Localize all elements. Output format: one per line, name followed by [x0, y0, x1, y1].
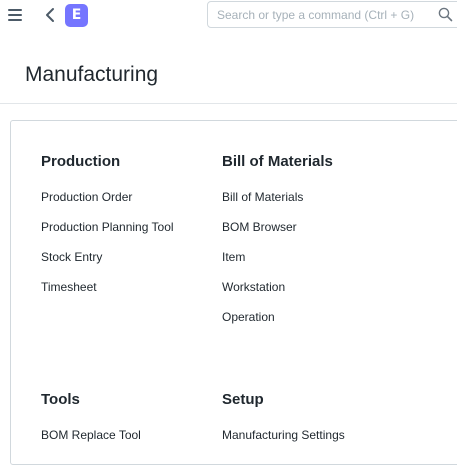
section-title: Production: [41, 153, 121, 170]
link-timesheet[interactable]: Timesheet: [41, 280, 97, 294]
link-operation[interactable]: Operation: [222, 310, 275, 324]
title-divider: [0, 103, 457, 104]
link-bill-of-materials[interactable]: Bill of Materials: [222, 190, 303, 204]
link-production-order[interactable]: Production Order: [41, 190, 132, 204]
link-stock-entry[interactable]: Stock Entry: [41, 250, 102, 264]
hamburger-menu-icon[interactable]: [8, 9, 22, 21]
section-title: Setup: [222, 391, 264, 408]
awesomebar[interactable]: [207, 1, 457, 28]
page-title: Manufacturing: [25, 63, 159, 86]
section-title: Tools: [41, 391, 80, 408]
link-bom-browser[interactable]: BOM Browser: [222, 220, 297, 234]
link-workstation[interactable]: Workstation: [222, 280, 285, 294]
link-production-planning-tool[interactable]: Production Planning Tool: [41, 220, 174, 234]
link-item[interactable]: Item: [222, 250, 245, 264]
chevron-left-icon[interactable]: [44, 7, 56, 23]
search-input[interactable]: [217, 2, 432, 27]
app-logo[interactable]: E: [65, 4, 88, 27]
link-bom-replace-tool[interactable]: BOM Replace Tool: [41, 428, 141, 442]
search-icon[interactable]: [438, 7, 453, 22]
section-title: Bill of Materials: [222, 153, 333, 170]
top-navbar: E: [0, 0, 457, 31]
link-manufacturing-settings[interactable]: Manufacturing Settings: [222, 428, 345, 442]
module-workspace-card: Production Production Order Production P…: [10, 120, 457, 465]
